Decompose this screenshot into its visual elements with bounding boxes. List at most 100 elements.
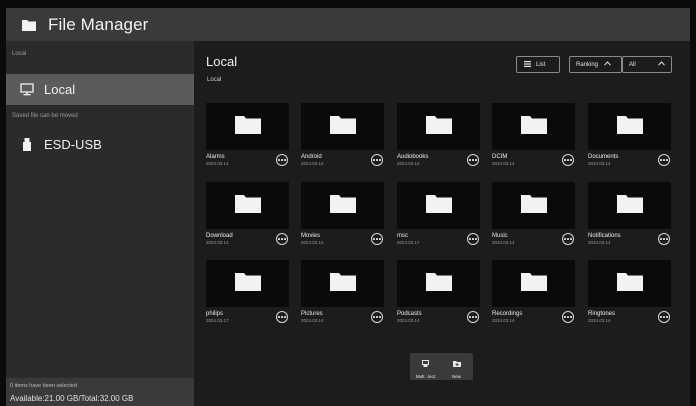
more-icon	[283, 159, 286, 161]
folder-name: DCIM	[492, 154, 508, 160]
folder-date: 2024.03.14	[588, 240, 611, 245]
folder-thumbnail[interactable]	[301, 103, 384, 150]
folder-thumbnail[interactable]	[492, 103, 575, 150]
breadcrumb[interactable]: Local	[207, 77, 221, 83]
folder-tile[interactable]: Audiobooks 2024.03.14	[397, 103, 480, 166]
more-options-button[interactable]	[467, 311, 479, 323]
more-icon	[376, 316, 378, 318]
more-icon	[378, 316, 381, 318]
folder-date: 2024.03.14	[397, 161, 420, 166]
main-content: Local Local List Ranking All Alarms 2024.…	[194, 41, 690, 406]
folder-tile[interactable]: Podcasts 2024.03.14	[397, 260, 480, 323]
folder-name: Android	[301, 154, 322, 160]
filter-dropdown[interactable]: All	[622, 56, 672, 73]
more-options-button[interactable]	[467, 233, 479, 245]
folder-tile[interactable]: Download 2024.03.14	[206, 182, 289, 245]
more-options-button[interactable]	[371, 311, 383, 323]
new-folder-button[interactable]: New	[441, 353, 472, 380]
folder-name: Recordings	[492, 311, 523, 317]
folder-date: 2024.03.14	[588, 161, 611, 166]
folder-thumbnail[interactable]	[492, 182, 575, 229]
folder-tile[interactable]: philips 2024.03.17	[206, 260, 289, 323]
more-options-button[interactable]	[658, 311, 670, 323]
more-icon	[660, 238, 663, 240]
file-manager-window: File Manager Local Local Saved file can …	[6, 8, 690, 406]
more-options-button[interactable]	[658, 233, 670, 245]
list-view-button[interactable]: List	[516, 56, 560, 73]
more-options-button[interactable]	[658, 154, 670, 166]
more-options-button[interactable]	[562, 233, 574, 245]
list-icon	[524, 60, 531, 69]
more-options-button[interactable]	[276, 311, 288, 323]
folder-tile[interactable]: Pictures 2024.03.14	[301, 260, 384, 323]
more-options-button[interactable]	[371, 233, 383, 245]
more-icon	[663, 159, 665, 161]
folder-tile[interactable]: Ringtones 2024.03.14	[588, 260, 671, 323]
more-icon	[660, 316, 663, 318]
folder-thumbnail[interactable]	[301, 182, 384, 229]
folder-tile[interactable]: Notifications 2024.03.14	[588, 182, 671, 245]
new-folder-icon	[452, 354, 461, 372]
folder-thumbnail[interactable]	[206, 260, 289, 307]
more-options-button[interactable]	[467, 154, 479, 166]
folder-name: msc	[397, 233, 408, 239]
sort-label: Ranking	[576, 61, 599, 68]
saved-section-label: Saved file can be moved	[12, 113, 78, 119]
new-folder-label: New	[451, 374, 461, 379]
sidebar-item-esd-usb[interactable]: ESD-USB	[6, 129, 194, 160]
more-icon	[472, 316, 474, 318]
folder-thumbnail[interactable]	[588, 182, 671, 229]
more-options-button[interactable]	[276, 154, 288, 166]
folder-tile[interactable]: msc 2024.03.17	[397, 182, 480, 245]
folder-tile[interactable]: Music 2024.03.14	[492, 182, 575, 245]
more-icon	[283, 238, 286, 240]
folder-name: Ringtones	[588, 311, 616, 317]
more-icon	[474, 238, 477, 240]
more-options-button[interactable]	[562, 154, 574, 166]
folder-thumbnail[interactable]	[206, 182, 289, 229]
folder-icon	[425, 271, 452, 296]
chevron-up-icon	[604, 61, 611, 68]
more-icon	[474, 159, 477, 161]
folder-icon	[22, 19, 36, 31]
folder-date: 2024.03.14	[206, 240, 229, 245]
more-options-button[interactable]	[371, 154, 383, 166]
chevron-up-icon	[657, 61, 665, 68]
folder-date: 2024.03.14	[301, 318, 324, 323]
folder-thumbnail[interactable]	[206, 103, 289, 150]
more-options-button[interactable]	[562, 311, 574, 323]
folder-date: 2024.03.14	[206, 161, 229, 166]
folder-tile[interactable]: Documents 2024.03.14	[588, 103, 671, 166]
more-icon	[663, 238, 665, 240]
more-icon	[564, 238, 567, 240]
folder-tile[interactable]: Android 2024.03.14	[301, 103, 384, 166]
folder-tile[interactable]: DCIM 2024.03.14	[492, 103, 575, 166]
multiselect-button[interactable]: Mult...lect	[410, 353, 441, 380]
more-icon	[469, 159, 472, 161]
folder-thumbnail[interactable]	[397, 260, 480, 307]
folder-name: Download	[206, 233, 233, 239]
folder-thumbnail[interactable]	[588, 103, 671, 150]
folder-tile[interactable]: Recordings 2024.03.14	[492, 260, 575, 323]
folder-icon	[520, 114, 547, 139]
folder-date: 2024.03.14	[301, 161, 324, 166]
folder-tile[interactable]: Movies 2024.03.14	[301, 182, 384, 245]
more-icon	[472, 238, 474, 240]
more-options-button[interactable]	[276, 233, 288, 245]
folder-thumbnail[interactable]	[492, 260, 575, 307]
folder-thumbnail[interactable]	[588, 260, 671, 307]
sort-dropdown[interactable]: Ranking	[569, 56, 622, 73]
folder-thumbnail[interactable]	[397, 182, 480, 229]
more-icon	[663, 316, 665, 318]
folder-icon	[425, 193, 452, 218]
monitor-icon	[20, 83, 34, 97]
title-bar: File Manager	[6, 8, 690, 41]
folder-icon	[234, 193, 261, 218]
sidebar-item-local[interactable]: Local	[6, 74, 194, 105]
more-icon	[278, 238, 281, 240]
folder-thumbnail[interactable]	[397, 103, 480, 150]
more-icon	[564, 159, 567, 161]
folder-thumbnail[interactable]	[301, 260, 384, 307]
folder-date: 2024.03.17	[397, 240, 420, 245]
folder-tile[interactable]: Alarms 2024.03.14	[206, 103, 289, 166]
